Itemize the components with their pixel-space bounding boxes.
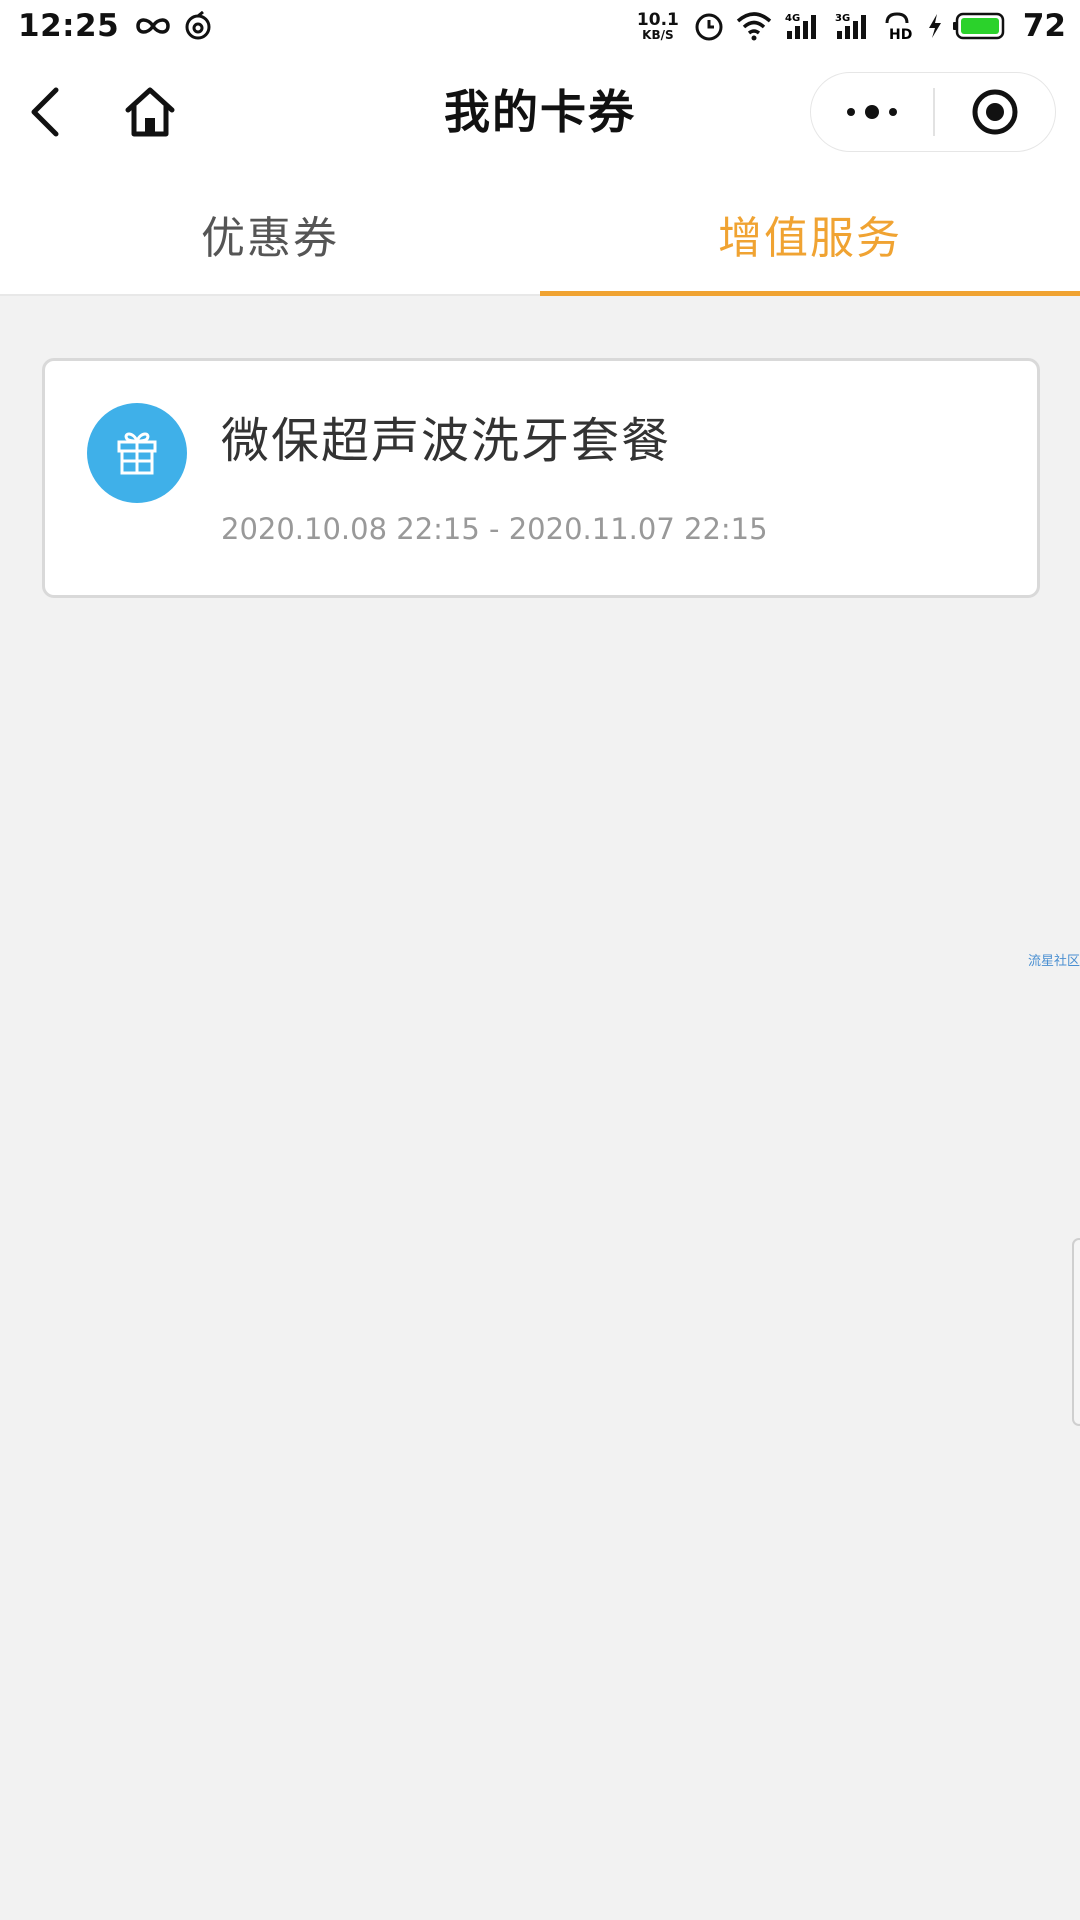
net-speed-value: 10.1 [636, 9, 679, 30]
gift-icon [117, 432, 157, 475]
card-title: 微保超声波洗牙套餐 [221, 413, 672, 469]
svg-text:4G: 4G [785, 13, 800, 24]
home-button[interactable] [120, 82, 180, 142]
tab-bar: 优惠券 增值服务 [0, 174, 1080, 296]
back-button[interactable] [18, 84, 74, 140]
charging-icon [927, 13, 943, 39]
tab-value-added-services[interactable]: 增值服务 [540, 174, 1080, 296]
net-speed: 10.1 KB/S [636, 9, 679, 42]
service-card[interactable]: 微保超声波洗牙套餐 2020.10.08 22:15 - 2020.11.07 … [42, 358, 1040, 598]
nav-bar: 我的卡券 [0, 52, 1080, 174]
more-button[interactable] [811, 73, 933, 151]
svg-text:3G: 3G [835, 13, 850, 24]
status-right: 10.1 KB/S 4G 3G HD 72 [637, 8, 1066, 44]
tab-coupons[interactable]: 优惠券 [0, 174, 540, 294]
battery-icon [952, 12, 1007, 40]
status-time: 12:25 [18, 8, 120, 44]
gift-icon-badge [87, 403, 187, 503]
signal-4g-icon: 4G [783, 11, 823, 41]
swirl-icon [183, 11, 213, 41]
home-icon [125, 87, 175, 137]
page: 12:25 10.1 KB/S 4G 3G HD 72 我的卡券 优惠券 增值服… [0, 0, 1080, 1920]
status-bar: 12:25 10.1 KB/S 4G 3G HD 72 [0, 0, 1080, 52]
card-date-range: 2020.10.08 22:15 - 2020.11.07 22:15 [221, 512, 768, 546]
chevron-left-icon [31, 87, 59, 137]
wifi-icon [735, 11, 773, 41]
net-speed-unit: KB/S [642, 27, 674, 42]
hd-call-icon: HD [883, 11, 917, 41]
more-dots-icon [847, 105, 897, 119]
target-circle-icon [972, 89, 1018, 135]
svg-text:HD: HD [889, 27, 912, 41]
watermark: 流星社区 [1027, 954, 1080, 969]
signal-3g-icon: 3G [833, 11, 873, 41]
alarm-icon [693, 10, 725, 42]
battery-percent: 72 [1022, 8, 1066, 44]
status-left: 12:25 [18, 8, 223, 44]
capsule-menu [810, 72, 1056, 152]
close-miniprogram-button[interactable] [935, 73, 1056, 151]
side-drawer-handle[interactable] [1072, 1238, 1080, 1426]
infinity-icon [133, 14, 173, 38]
